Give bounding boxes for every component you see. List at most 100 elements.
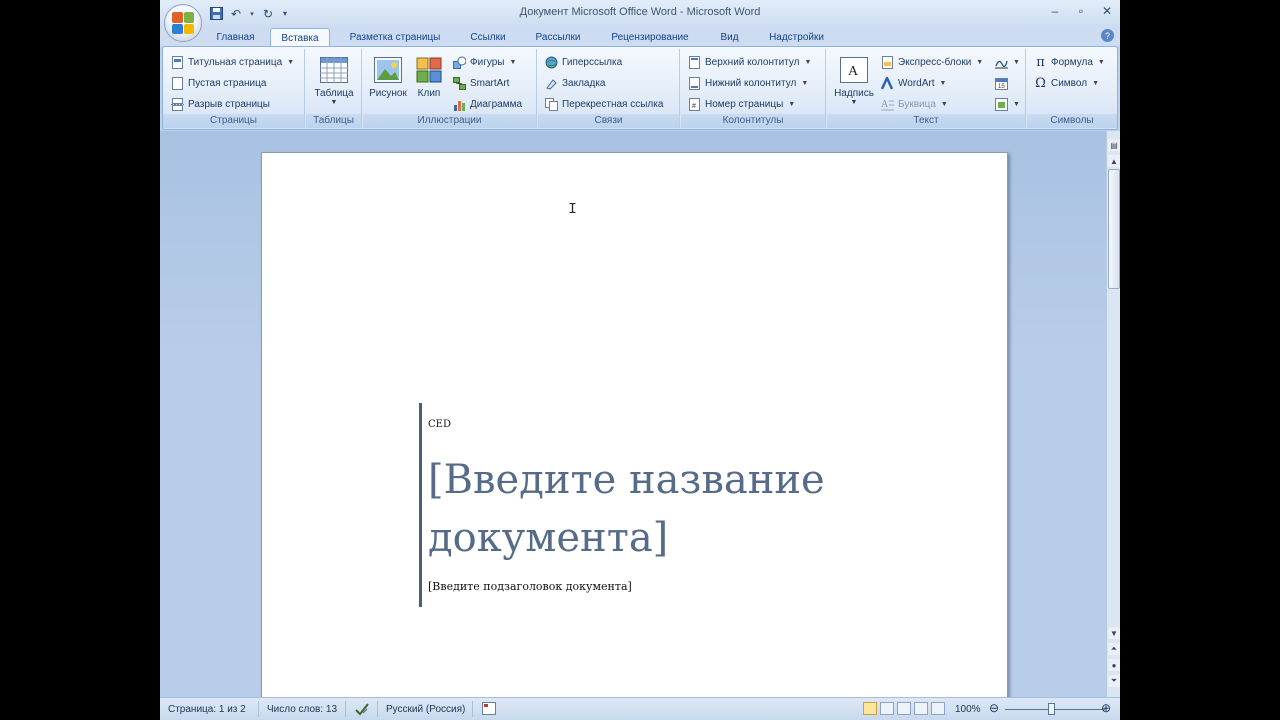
- scroll-down-icon[interactable]: ▼: [1108, 627, 1120, 639]
- tab-page-layout[interactable]: Разметка страницы: [340, 28, 450, 46]
- svg-text:A: A: [848, 64, 859, 79]
- window-controls: – ▫ ✕: [1042, 2, 1120, 20]
- office-button[interactable]: [164, 4, 202, 42]
- object-icon: [995, 97, 1008, 111]
- next-page-icon[interactable]: ⏷: [1108, 675, 1120, 687]
- zoom-slider-track[interactable]: [1005, 709, 1105, 710]
- page-break-button[interactable]: Разрыв страницы: [171, 96, 270, 112]
- tab-review[interactable]: Рецензирование: [601, 28, 699, 46]
- group-header-footer: Верхний колонтитул ▼ Нижний колонтитул ▼ #…: [681, 49, 826, 128]
- minimize-icon[interactable]: –: [1042, 2, 1068, 20]
- hyperlink-button[interactable]: Гиперссылка: [545, 54, 622, 70]
- cover-page-icon: [171, 55, 184, 69]
- cover-page-button[interactable]: Титульная страница ▼: [171, 54, 294, 70]
- tab-mailings[interactable]: Рассылки: [528, 28, 588, 46]
- date-time-button[interactable]: 15: [995, 75, 1008, 91]
- word-window: Документ Microsoft Office Word - Microso…: [160, 0, 1120, 720]
- document-page[interactable]: I CED [Введите название документа] [Введ…: [261, 152, 1008, 697]
- dropcap-icon: A: [881, 98, 894, 111]
- tab-view[interactable]: Вид: [712, 28, 747, 46]
- view-full-screen-reading-icon[interactable]: [880, 702, 894, 715]
- view-draft-icon[interactable]: [931, 702, 945, 715]
- tab-addins[interactable]: Надстройки: [759, 28, 834, 46]
- page-break-icon: [171, 97, 184, 111]
- cross-reference-button[interactable]: Перекрестная ссылка: [545, 96, 663, 112]
- table-icon: [319, 55, 349, 85]
- smartart-button[interactable]: SmartArt: [453, 75, 509, 91]
- group-label-header-footer: Колонтитулы: [681, 114, 825, 128]
- document-area[interactable]: I CED [Введите название документа] [Введ…: [160, 131, 1106, 697]
- ribbon-tab-bar: Главная Вставка Разметка страницы Ссылки…: [160, 27, 1120, 47]
- close-icon[interactable]: ✕: [1094, 2, 1120, 20]
- browse-object-icon[interactable]: ●: [1108, 659, 1120, 671]
- macro-record-icon[interactable]: [482, 702, 496, 718]
- header-button[interactable]: Верхний колонтитул ▼: [688, 54, 811, 70]
- footer-button[interactable]: Нижний колонтитул ▼: [688, 75, 808, 91]
- ruler-toggle-icon[interactable]: ▤: [1108, 139, 1120, 151]
- customize-qat-icon[interactable]: ▾: [280, 6, 290, 22]
- quick-parts-icon: [881, 55, 894, 69]
- quick-access-toolbar: ↶ ▾ ↻ ▾: [208, 4, 290, 23]
- status-separator: [472, 701, 473, 717]
- zoom-level[interactable]: 100%: [955, 704, 981, 715]
- clip-art-button[interactable]: Клип: [413, 55, 445, 99]
- quick-parts-button[interactable]: Экспресс-блоки ▼: [881, 54, 983, 70]
- undo-icon[interactable]: ↶: [228, 6, 244, 22]
- previous-page-icon[interactable]: ⏶: [1108, 643, 1120, 655]
- status-separator: [258, 701, 259, 717]
- zoom-out-icon[interactable]: ⊖: [989, 701, 999, 715]
- chevron-down-icon: ▼: [940, 100, 948, 108]
- shapes-button[interactable]: Фигуры ▼: [453, 54, 516, 70]
- vertical-scrollbar[interactable]: ▤ ▲ ▼ ⏶ ● ⏷: [1106, 131, 1120, 697]
- textbox-button[interactable]: A Надпись ▼: [829, 55, 879, 106]
- view-print-layout-icon[interactable]: [863, 702, 877, 715]
- picture-button[interactable]: Рисунок: [365, 55, 411, 99]
- symbol-button[interactable]: Ω Символ ▼: [1034, 75, 1099, 91]
- textbox-icon: A: [839, 55, 869, 85]
- page-count[interactable]: Страница: 1 из 2: [168, 704, 246, 715]
- wordart-button[interactable]: WordArt ▼: [881, 75, 946, 91]
- clip-art-icon: [414, 55, 444, 85]
- chevron-down-icon: ▼: [939, 79, 947, 87]
- spelling-check-icon[interactable]: [354, 701, 370, 720]
- svg-text:A: A: [881, 99, 889, 110]
- group-links: Гиперссылка Закладка Перекрестная ссылка…: [538, 49, 680, 128]
- smartart-icon: [453, 76, 466, 90]
- document-subtitle-placeholder[interactable]: [Введите подзаголовок документа]: [428, 580, 632, 593]
- save-icon[interactable]: [208, 6, 224, 22]
- dropcap-button[interactable]: A Буквица ▼: [881, 96, 948, 112]
- blank-page-icon: [171, 76, 184, 90]
- chevron-down-icon: ▼: [976, 58, 984, 66]
- zoom-slider-thumb[interactable]: [1048, 703, 1055, 715]
- tab-references[interactable]: Ссылки: [463, 28, 513, 46]
- language-indicator[interactable]: Русский (Россия): [386, 704, 465, 715]
- zoom-in-icon[interactable]: ⊕: [1101, 701, 1111, 715]
- tab-home[interactable]: Главная: [208, 28, 263, 46]
- document-title-placeholder[interactable]: [Введите название документа]: [428, 451, 898, 567]
- chart-button[interactable]: Диаграмма: [453, 96, 522, 112]
- scroll-thumb[interactable]: [1108, 169, 1120, 289]
- insert-object-button[interactable]: ▼: [995, 96, 1020, 112]
- undo-dropdown-icon[interactable]: ▾: [248, 6, 256, 22]
- table-button[interactable]: Таблица ▼: [310, 55, 358, 106]
- chevron-down-icon: ▼: [1013, 58, 1020, 66]
- chevron-down-icon: ▼: [801, 79, 809, 87]
- bookmark-button[interactable]: Закладка: [545, 75, 605, 91]
- page-number-button[interactable]: # Номер страницы ▼: [688, 96, 795, 112]
- company-field[interactable]: CED: [428, 419, 451, 430]
- chevron-down-icon: ▼: [330, 99, 338, 106]
- scroll-up-icon[interactable]: ▲: [1108, 155, 1120, 167]
- chevron-down-icon: ▼: [1092, 79, 1099, 87]
- redo-icon[interactable]: ↻: [260, 6, 276, 22]
- view-web-layout-icon[interactable]: [897, 702, 911, 715]
- maximize-icon[interactable]: ▫: [1068, 2, 1094, 20]
- blank-page-button[interactable]: Пустая страница: [171, 75, 266, 91]
- group-tables: Таблица ▼ Таблицы: [306, 49, 362, 128]
- word-count[interactable]: Число слов: 13: [267, 704, 337, 715]
- tab-insert[interactable]: Вставка: [270, 28, 330, 47]
- signature-line-button[interactable]: ▼: [995, 54, 1020, 70]
- help-icon[interactable]: ?: [1101, 29, 1114, 42]
- view-outline-icon[interactable]: [914, 702, 928, 715]
- equation-button[interactable]: π Формула ▼: [1034, 54, 1105, 70]
- svg-text:15: 15: [998, 84, 1005, 90]
